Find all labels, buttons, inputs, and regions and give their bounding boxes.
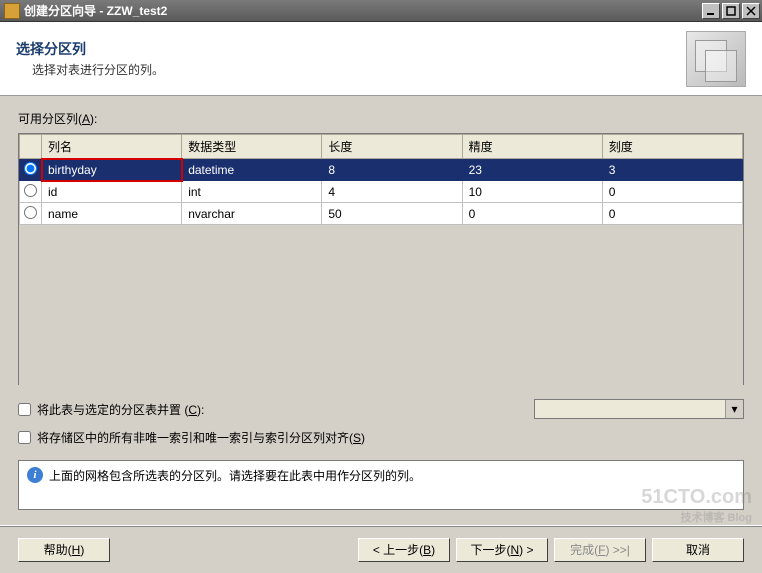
cell-name: birthyday xyxy=(42,159,182,181)
titlebar: 创建分区向导 - ZZW_test2 xyxy=(0,0,762,22)
cell-name: id xyxy=(42,181,182,203)
cell-length: 4 xyxy=(322,181,462,203)
collocate-label: 将此表与选定的分区表并置 (C): xyxy=(37,401,204,418)
columns-table[interactable]: 列名 数据类型 长度 精度 刻度 birthydaydatetime8233id… xyxy=(18,133,744,385)
info-box: i 上面的网格包含所选表的分区列。请选择要在此表中用作分区列的列。 xyxy=(18,460,744,510)
table-row[interactable]: birthydaydatetime8233 xyxy=(20,159,743,181)
table-row[interactable]: idint4100 xyxy=(20,181,743,203)
next-button[interactable]: 下一步(N) > xyxy=(456,538,548,562)
cell-type: datetime xyxy=(182,159,322,181)
row-radio[interactable] xyxy=(20,181,42,203)
cell-scale: 0 xyxy=(602,203,742,225)
info-icon: i xyxy=(27,467,43,483)
cancel-button[interactable]: 取消 xyxy=(652,538,744,562)
page-subtitle: 选择对表进行分区的列。 xyxy=(32,61,686,78)
footer: 帮助(H) < 上一步(B) 下一步(N) > 完成(F) >>| 取消 xyxy=(0,525,762,573)
cell-precision: 23 xyxy=(462,159,602,181)
collocate-row: 将此表与选定的分区表并置 (C): ▾ xyxy=(18,399,744,419)
app-icon xyxy=(4,3,20,19)
row-radio[interactable] xyxy=(20,159,42,181)
close-button[interactable] xyxy=(742,3,760,19)
wizard-graphic xyxy=(686,31,746,87)
radio-header xyxy=(20,135,42,159)
align-label: 将存储区中的所有非唯一索引和唯一索引与索引分区列对齐(S) xyxy=(37,429,365,446)
cell-name: name xyxy=(42,203,182,225)
cell-length: 8 xyxy=(322,159,462,181)
col-header-scale[interactable]: 刻度 xyxy=(602,135,742,159)
cell-length: 50 xyxy=(322,203,462,225)
cell-type: nvarchar xyxy=(182,203,322,225)
col-header-name[interactable]: 列名 xyxy=(42,135,182,159)
collocate-combo[interactable]: ▾ xyxy=(534,399,744,419)
col-header-length[interactable]: 长度 xyxy=(322,135,462,159)
col-header-type[interactable]: 数据类型 xyxy=(182,135,322,159)
back-button[interactable]: < 上一步(B) xyxy=(358,538,450,562)
page-title: 选择分区列 xyxy=(16,39,686,59)
cell-precision: 10 xyxy=(462,181,602,203)
window-title: 创建分区向导 - ZZW_test2 xyxy=(24,2,702,19)
help-button[interactable]: 帮助(H) xyxy=(18,538,110,562)
table-empty-area xyxy=(19,225,743,389)
col-header-precision[interactable]: 精度 xyxy=(462,135,602,159)
cell-precision: 0 xyxy=(462,203,602,225)
align-checkbox[interactable] xyxy=(18,431,31,444)
wizard-header: 选择分区列 选择对表进行分区的列。 xyxy=(0,22,762,96)
cell-scale: 3 xyxy=(602,159,742,181)
cell-scale: 0 xyxy=(602,181,742,203)
row-radio[interactable] xyxy=(20,203,42,225)
chevron-down-icon: ▾ xyxy=(725,400,743,418)
table-row[interactable]: namenvarchar5000 xyxy=(20,203,743,225)
info-text: 上面的网格包含所选表的分区列。请选择要在此表中用作分区列的列。 xyxy=(49,467,421,484)
finish-button: 完成(F) >>| xyxy=(554,538,646,562)
cell-type: int xyxy=(182,181,322,203)
maximize-button[interactable] xyxy=(722,3,740,19)
collocate-checkbox[interactable] xyxy=(18,403,31,416)
align-row: 将存储区中的所有非唯一索引和唯一索引与索引分区列对齐(S) xyxy=(18,429,744,446)
minimize-button[interactable] xyxy=(702,3,720,19)
available-columns-label: 可用分区列(A): xyxy=(18,110,744,127)
